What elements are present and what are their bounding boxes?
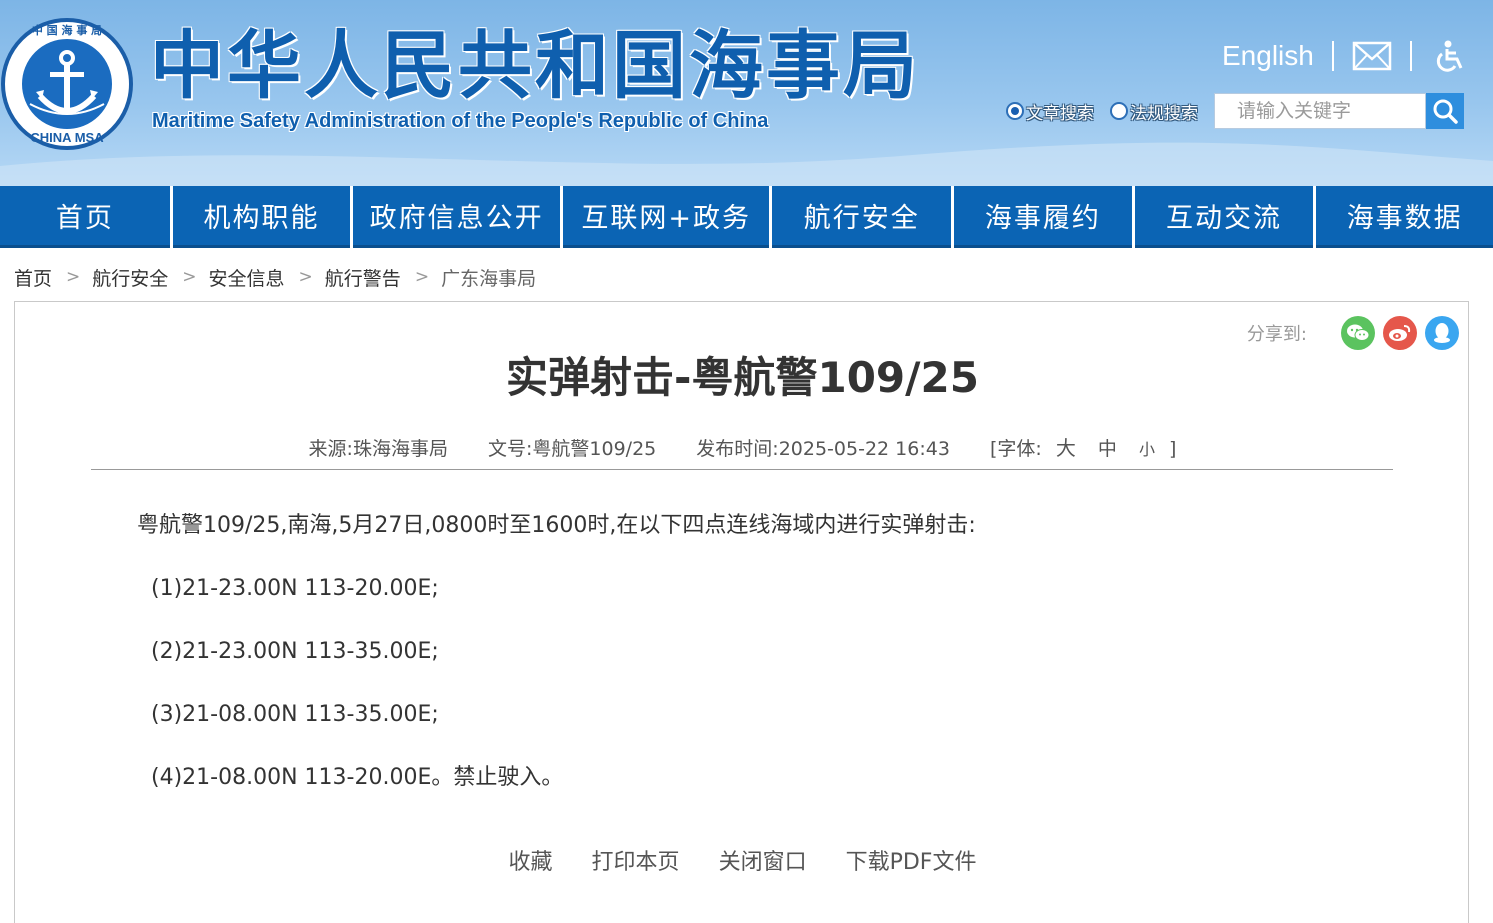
article-actions: 收藏 打印本页 关闭窗口 下载PDF文件	[15, 844, 1470, 876]
breadcrumb-safety-info[interactable]: 安全信息	[209, 264, 285, 291]
nav-item-home[interactable]: 首页	[0, 186, 170, 248]
close-window-button[interactable]: 关闭窗口	[719, 850, 807, 875]
article-source: 来源:珠海海事局	[308, 438, 448, 460]
breadcrumb-separator: >	[298, 267, 313, 287]
nav-item-interaction[interactable]: 互动交流	[1134, 186, 1314, 248]
search-area: 文章搜索 法规搜索	[1006, 93, 1464, 129]
breadcrumb-navigation-safety[interactable]: 航行安全	[92, 264, 168, 291]
article-publish-time: 发布时间:2025-05-22 16:43	[696, 438, 950, 460]
qq-icon	[1434, 323, 1450, 343]
nav-item-internet-gov[interactable]: 互联网+政务	[562, 186, 770, 248]
radio-law-search[interactable]: 法规搜索	[1110, 99, 1198, 124]
nav-item-institution[interactable]: 机构职能	[172, 186, 351, 248]
radio-label-law: 法规搜索	[1130, 103, 1198, 124]
site-header: 中 国 海 事 局 CHINA MSA 中华人民共和国海事局 Maritime …	[0, 0, 1493, 186]
font-size-control: [字体: 大 中 小 ]	[989, 436, 1177, 460]
english-link[interactable]: English	[1222, 40, 1314, 72]
nav-item-gov-info[interactable]: 政府信息公开	[353, 186, 560, 248]
font-size-large-button[interactable]: 大	[1056, 436, 1076, 460]
article-doc-number: 文号:粤航警109/25	[488, 438, 657, 460]
font-size-close-bracket: ]	[1169, 438, 1177, 460]
coordinate-point-1: (1)21-23.00N 113-20.00E;	[151, 576, 439, 601]
article-paragraph: 粤航警109/25,南海,5月27日,0800时至1600时,在以下四点连线海域…	[137, 513, 976, 538]
coordinate-point-3: (3)21-08.00N 113-35.00E;	[151, 702, 439, 727]
nav-item-maritime-compliance[interactable]: 海事履约	[954, 186, 1132, 248]
nav-item-navigation-safety[interactable]: 航行安全	[772, 186, 952, 248]
site-title-en: Maritime Safety Administration of the Pe…	[152, 110, 769, 132]
breadcrumb-separator: >	[182, 267, 197, 287]
breadcrumb-separator: >	[414, 267, 430, 287]
radio-label-article: 文章搜索	[1026, 103, 1094, 124]
main-nav: 首页 机构职能 政府信息公开 互联网+政务 航行安全 海事履约 互动交流 海事数…	[0, 186, 1493, 248]
breadcrumb-nav-warning[interactable]: 航行警告	[325, 264, 401, 291]
breadcrumb-home[interactable]: 首页	[14, 264, 52, 291]
coordinate-point-2: (2)21-23.00N 113-35.00E;	[151, 639, 439, 664]
article-meta: 来源:珠海海事局 文号:粤航警109/25 发布时间:2025-05-22 16…	[15, 432, 1470, 461]
divider	[1409, 41, 1412, 71]
article-title: 实弹射击-粤航警109/25	[506, 353, 979, 402]
share-label: 分享到:	[1246, 324, 1307, 345]
breadcrumb-separator: >	[66, 267, 81, 287]
wechat-icon	[1347, 324, 1370, 341]
article-body: 粤航警109/25,南海,5月27日,0800时至1600时,在以下四点连线海域…	[137, 508, 1337, 823]
nav-item-maritime-data[interactable]: 海事数据	[1316, 186, 1493, 248]
radio-indicator-selected	[1006, 102, 1024, 120]
print-button[interactable]: 打印本页	[592, 850, 680, 875]
logo-text-top: 中 国 海 事 局	[32, 23, 102, 37]
search-input[interactable]	[1214, 93, 1426, 129]
divider	[1331, 41, 1334, 71]
logo-text-bottom: CHINA MSA	[30, 130, 104, 145]
top-links: English	[1222, 38, 1470, 74]
mail-icon[interactable]	[1352, 40, 1392, 72]
coordinate-point-4: (4)21-08.00N 113-20.00E。禁止驶入。	[151, 765, 564, 790]
site-title-cn: 中华人民共和国海事局	[150, 23, 920, 109]
article-container: 分享到: 实弹射击-粤航警109/25 来源:珠海海事局 文号:粤航警109/2…	[14, 301, 1469, 923]
font-size-small-button[interactable]: 小	[1139, 440, 1155, 459]
download-pdf-button[interactable]: 下载PDF文件	[846, 850, 977, 875]
radio-indicator	[1110, 102, 1128, 120]
msa-logo: 中 国 海 事 局 CHINA MSA	[1, 18, 133, 150]
font-size-medium-button[interactable]: 中	[1098, 438, 1117, 460]
search-button[interactable]	[1426, 93, 1464, 129]
wheelchair-icon[interactable]	[1430, 40, 1470, 72]
font-size-label: [字体:	[989, 438, 1042, 460]
breadcrumb-guangdong-msa[interactable]: 广东海事局	[441, 264, 536, 291]
weibo-icon	[1389, 325, 1411, 341]
breadcrumb: 首页 > 航行安全 > 安全信息 > 航行警告 > 广东海事局	[14, 262, 536, 292]
search-icon	[1433, 99, 1458, 124]
header-wave-decoration	[0, 142, 1493, 186]
favorite-button[interactable]: 收藏	[509, 850, 553, 875]
title-divider	[91, 469, 1393, 470]
radio-article-search[interactable]: 文章搜索	[1006, 99, 1094, 124]
